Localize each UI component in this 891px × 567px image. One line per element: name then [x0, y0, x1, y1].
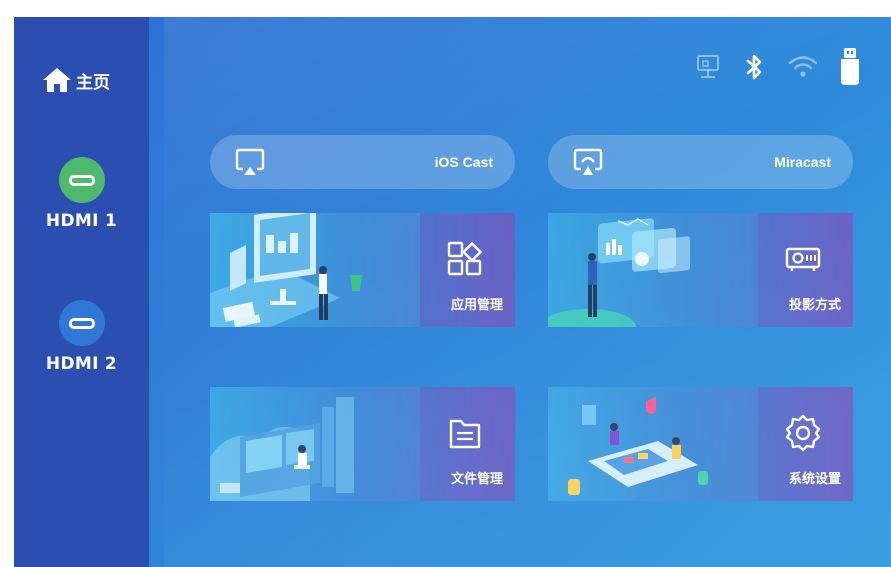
- wifi-icon: [788, 56, 818, 77]
- file-management-label: 文件管理: [450, 472, 503, 487]
- projection-mode-tile[interactable]: 投影方式: [548, 213, 853, 327]
- file-management-tile[interactable]: 文件管理: [210, 387, 515, 501]
- projector-icon: [783, 239, 823, 283]
- hdmi-1-icon: [58, 157, 105, 203]
- home-label: 主页: [76, 72, 110, 93]
- app-illustration: [210, 213, 420, 327]
- airplay-icon: [235, 148, 265, 175]
- hdmi-2-icon: [58, 300, 105, 346]
- hdmi-1-source[interactable]: HDMI 1: [14, 157, 149, 231]
- ios-cast-button[interactable]: iOS Cast: [210, 135, 515, 189]
- hdmi-2-label: HDMI 2: [45, 354, 118, 374]
- gear-icon: [783, 413, 823, 457]
- app-management-tile[interactable]: 应用管理: [210, 213, 515, 327]
- settings-illustration: [548, 387, 758, 501]
- files-illustration: [210, 387, 420, 501]
- app-management-label: 应用管理: [450, 298, 503, 313]
- home-screen: 主页 HDMI 1 HDMI 2 iOS Cast Miracast 应用管理 …: [14, 17, 891, 567]
- projection-mode-label: 投影方式: [788, 298, 841, 313]
- file-icon: [445, 413, 485, 457]
- app-grid-icon: [445, 239, 485, 283]
- ethernet-icon: [697, 55, 719, 78]
- usb-drive-icon: [841, 48, 859, 85]
- miracast-label: Miracast: [774, 154, 831, 170]
- miracast-icon: [573, 148, 603, 175]
- miracast-button[interactable]: Miracast: [548, 135, 853, 189]
- system-settings-tile[interactable]: 系统设置: [548, 387, 853, 501]
- bluetooth-icon: [746, 54, 762, 80]
- home-button[interactable]: 主页: [40, 65, 110, 95]
- hdmi-2-source[interactable]: HDMI 2: [14, 300, 149, 374]
- projection-illustration: [548, 213, 758, 327]
- hdmi-1-label: HDMI 1: [45, 211, 118, 231]
- status-bar: [693, 47, 861, 87]
- sidebar: 主页 HDMI 1 HDMI 2: [14, 17, 149, 567]
- ios-cast-label: iOS Cast: [434, 154, 493, 170]
- home-icon: [43, 68, 71, 92]
- system-settings-label: 系统设置: [788, 472, 841, 487]
